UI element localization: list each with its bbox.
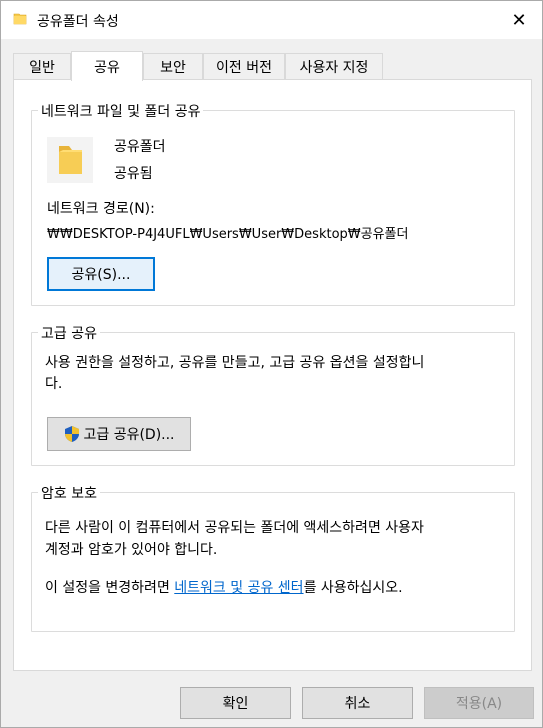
network-path-value: ₩₩DESKTOP-P4J4UFL₩Users₩User₩Desktop₩공유폴… <box>47 227 409 242</box>
window-title: 공유폴더 속성 <box>37 14 119 30</box>
close-button[interactable]: ✕ <box>496 1 542 39</box>
password-protection-line2: 계정과 암호가 있어야 합니다. <box>45 542 218 558</box>
password-protection-line1: 다른 사람이 이 컴퓨터에서 공유되는 폴더에 액세스하려면 사용자 <box>45 520 424 536</box>
close-icon: ✕ <box>511 9 527 31</box>
title-bar: 공유폴더 속성 ✕ <box>1 1 542 39</box>
folder-share-status: 공유됨 <box>114 166 153 182</box>
properties-window: 공유폴더 속성 ✕ 일반 공유 보안 이전 버전 사용자 지정 네트워크 파일 … <box>0 0 543 728</box>
share-button[interactable]: 공유(S)... <box>47 257 155 291</box>
network-sharing-label: 네트워크 파일 및 폴더 공유 <box>38 101 204 121</box>
network-sharing-center-link[interactable]: 네트워크 및 공유 센터 <box>174 580 303 596</box>
tab-sharing[interactable]: 공유 <box>71 51 143 81</box>
folder-name: 공유폴더 <box>114 139 166 155</box>
ok-button[interactable]: 확인 <box>180 687 291 719</box>
settings-sentence: 이 설정을 변경하려면 네트워크 및 공유 센터를 사용하십시오. <box>45 580 403 596</box>
network-path-label: 네트워크 경로(N): <box>47 201 155 217</box>
tab-customize[interactable]: 사용자 지정 <box>285 53 383 80</box>
password-protection-group: 암호 보호 <box>31 483 515 632</box>
folder-icon <box>13 13 27 25</box>
advanced-sharing-label: 고급 공유 <box>38 323 100 343</box>
cancel-button[interactable]: 취소 <box>302 687 413 719</box>
advanced-sharing-button[interactable]: 고급 공유(D)... <box>47 417 191 451</box>
tab-general[interactable]: 일반 <box>13 53 71 80</box>
large-folder-icon <box>47 137 93 183</box>
advanced-sharing-description-wrap: 다. <box>45 376 63 392</box>
tab-previous-versions[interactable]: 이전 버전 <box>203 53 285 80</box>
advanced-sharing-description: 사용 권한을 설정하고, 공유를 만들고, 고급 공유 옵션을 설정합니 <box>45 355 425 371</box>
uac-shield-icon <box>65 426 80 442</box>
apply-button[interactable]: 적용(A) <box>424 687 534 719</box>
tab-security[interactable]: 보안 <box>143 53 203 80</box>
password-protection-label: 암호 보호 <box>38 483 100 503</box>
